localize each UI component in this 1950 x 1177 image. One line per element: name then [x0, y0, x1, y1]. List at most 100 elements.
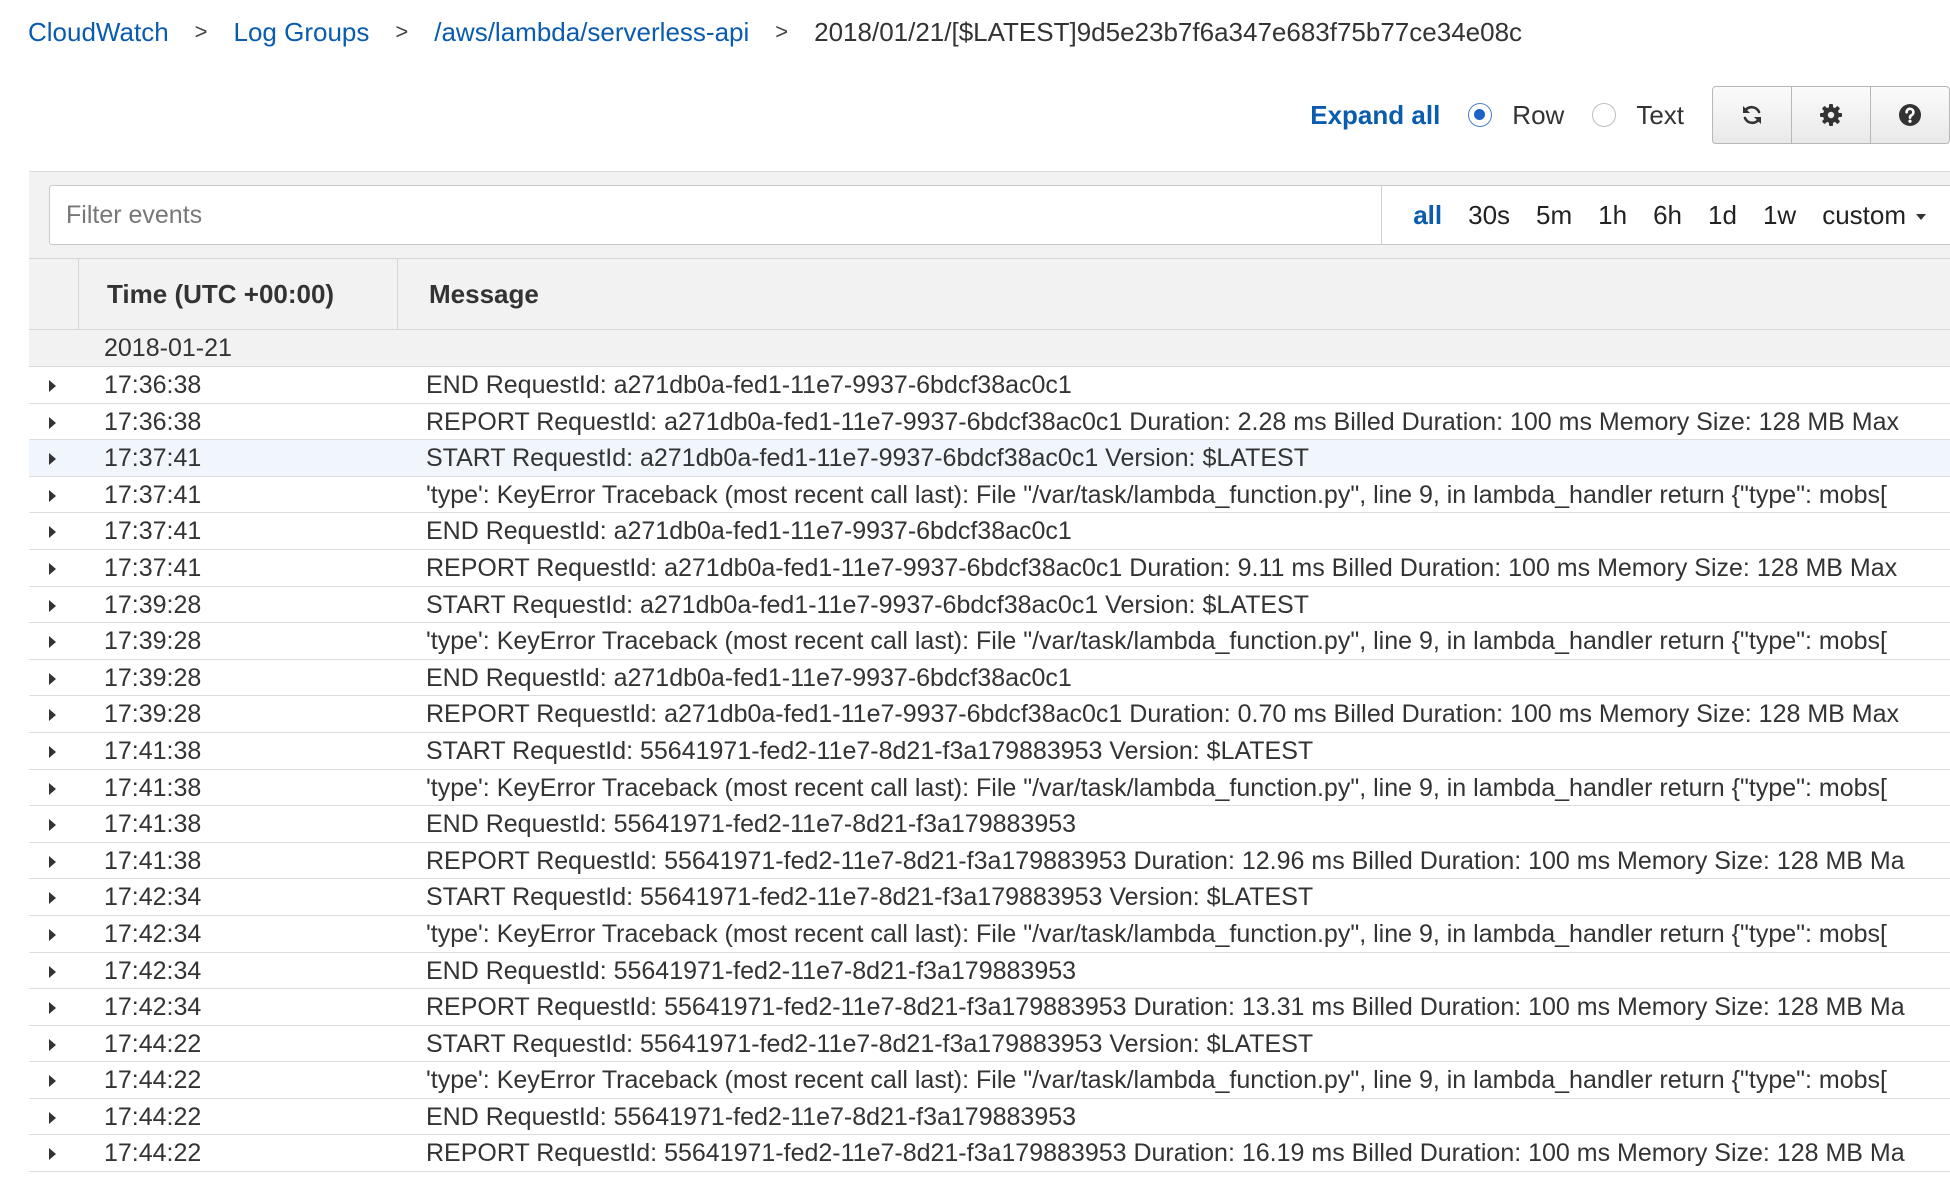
expand-row-icon[interactable]	[49, 489, 56, 502]
log-event-time: 17:37:41	[104, 480, 202, 509]
log-event-row[interactable]: 17:44:22 'type': KeyError Traceback (most…	[29, 1062, 1950, 1099]
chevron-down-icon	[1916, 213, 1926, 220]
message-column-header[interactable]: Message	[399, 259, 539, 329]
expand-row-icon[interactable]	[49, 1148, 56, 1161]
expand-row-icon[interactable]	[49, 965, 56, 978]
log-event-time: 17:41:38	[104, 810, 202, 839]
expand-row-icon[interactable]	[49, 1038, 56, 1051]
toolbar: Expand all Row Text	[1310, 86, 1950, 144]
log-event-row[interactable]: 17:41:38 END RequestId: 55641971-fed2-11e…	[29, 806, 1950, 843]
log-event-row[interactable]: 17:37:41 END RequestId: a271db0a-fed1-11e…	[29, 513, 1950, 550]
range-30s[interactable]: 30s	[1468, 200, 1510, 231]
log-event-row[interactable]: 17:37:41 START RequestId: a271db0a-fed1-1…	[29, 440, 1950, 477]
range-all[interactable]: all	[1413, 200, 1442, 231]
log-events-list: 17:36:38 END RequestId: a271db0a-fed1-11e…	[29, 367, 1950, 1173]
range-1w[interactable]: 1w	[1763, 200, 1796, 231]
expand-row-icon[interactable]	[49, 1111, 56, 1124]
expand-row-icon[interactable]	[49, 599, 56, 612]
log-event-time: 17:37:41	[104, 517, 202, 546]
expand-row-icon[interactable]	[49, 855, 56, 868]
range-custom-dropdown[interactable]: custom	[1822, 200, 1926, 231]
expand-row-icon[interactable]	[49, 453, 56, 466]
log-event-row[interactable]: 17:39:28 END RequestId: a271db0a-fed1-11e…	[29, 659, 1950, 697]
log-event-row[interactable]: 17:42:34 START RequestId: 55641971-fed2-1…	[29, 879, 1950, 916]
log-event-time: 17:44:22	[104, 1066, 202, 1095]
filter-panel: all 30s 5m 1h 6h 1d 1w custom	[29, 171, 1950, 259]
log-event-time: 17:41:38	[104, 773, 202, 802]
row-view-radio[interactable]	[1468, 103, 1493, 127]
log-event-row[interactable]: 17:39:28 START RequestId: a271db0a-fed1-1…	[29, 586, 1950, 624]
breadcrumb-separator: >	[194, 19, 208, 44]
breadcrumb-log-group-link[interactable]: /aws/lambda/serverless-api	[434, 17, 749, 48]
log-event-row[interactable]: 17:44:22 REPORT RequestId: 55641971-fed2-…	[29, 1135, 1950, 1173]
log-event-time: 17:44:22	[104, 1139, 202, 1168]
log-event-time: 17:44:22	[104, 1102, 202, 1131]
expand-row-icon[interactable]	[49, 1002, 56, 1015]
log-event-row[interactable]: 17:37:41 REPORT RequestId: a271db0a-fed1-…	[29, 549, 1950, 587]
log-event-message: END RequestId: a271db0a-fed1-11e7-9937-6…	[426, 517, 1072, 546]
expander-column-header	[29, 259, 79, 329]
log-event-row[interactable]: 17:41:38 REPORT RequestId: 55641971-fed2-…	[29, 842, 1950, 880]
log-event-row[interactable]: 17:44:22 START RequestId: 55641971-fed2-1…	[29, 1025, 1950, 1063]
log-event-row[interactable]: 17:39:28 'type': KeyError Traceback (most…	[29, 623, 1950, 660]
expand-row-icon[interactable]	[49, 709, 56, 722]
log-event-row[interactable]: 17:44:22 END RequestId: 55641971-fed2-11e…	[29, 1098, 1950, 1136]
range-custom-label: custom	[1822, 199, 1906, 230]
log-event-time: 17:42:34	[104, 883, 202, 912]
expand-row-icon[interactable]	[49, 672, 56, 685]
breadcrumb-cloudwatch-link[interactable]: CloudWatch	[28, 17, 169, 48]
expand-row-icon[interactable]	[49, 782, 56, 795]
log-event-time: 17:39:28	[104, 700, 202, 729]
expand-row-icon[interactable]	[49, 562, 56, 575]
expand-all-link[interactable]: Expand all	[1310, 100, 1440, 131]
log-event-time: 17:39:28	[104, 663, 202, 692]
log-event-time: 17:44:22	[104, 1029, 202, 1058]
log-event-message: START RequestId: a271db0a-fed1-11e7-9937…	[426, 444, 1309, 473]
log-event-row[interactable]: 17:36:38 END RequestId: a271db0a-fed1-11e…	[29, 367, 1950, 404]
settings-button[interactable]	[1791, 87, 1870, 143]
range-1d[interactable]: 1d	[1708, 200, 1737, 231]
filter-events-input[interactable]	[50, 186, 1382, 244]
range-5m[interactable]: 5m	[1536, 200, 1572, 231]
expand-row-icon[interactable]	[49, 636, 56, 649]
breadcrumb-log-groups-link[interactable]: Log Groups	[234, 17, 370, 48]
log-event-time: 17:36:38	[104, 407, 202, 436]
help-icon	[1899, 104, 1921, 126]
range-1h[interactable]: 1h	[1598, 200, 1627, 231]
refresh-button[interactable]	[1713, 87, 1791, 143]
log-event-message: REPORT RequestId: a271db0a-fed1-11e7-993…	[426, 407, 1900, 436]
log-event-row[interactable]: 17:42:34 REPORT RequestId: 55641971-fed2-…	[29, 989, 1950, 1026]
log-event-row[interactable]: 17:39:28 REPORT RequestId: a271db0a-fed1-…	[29, 696, 1950, 733]
refresh-icon	[1743, 105, 1761, 125]
expand-row-icon[interactable]	[49, 819, 56, 832]
log-table-header: Time (UTC +00:00) Message	[29, 258, 1950, 330]
gear-icon	[1820, 104, 1842, 126]
expand-row-icon[interactable]	[49, 892, 56, 905]
log-event-row[interactable]: 17:41:38 'type': KeyError Traceback (most…	[29, 769, 1950, 807]
expand-row-icon[interactable]	[49, 745, 56, 758]
log-event-row[interactable]: 17:36:38 REPORT RequestId: a271db0a-fed1-…	[29, 403, 1950, 441]
log-event-row[interactable]: 17:42:34 END RequestId: 55641971-fed2-11e…	[29, 952, 1950, 990]
help-button[interactable]	[1870, 87, 1949, 143]
breadcrumb-current-stream: 2018/01/21/[$LATEST]9d5e23b7f6a347e683f7…	[814, 16, 1523, 47]
log-event-message: 'type': KeyError Traceback (most recent …	[426, 919, 1887, 948]
log-event-row[interactable]: 17:42:34 'type': KeyError Traceback (most…	[29, 915, 1950, 953]
expand-row-icon[interactable]	[49, 380, 56, 392]
expand-row-icon[interactable]	[49, 526, 56, 539]
log-event-time: 17:36:38	[104, 371, 202, 399]
expand-row-icon[interactable]	[49, 416, 56, 429]
time-column-header[interactable]: Time (UTC +00:00)	[78, 259, 398, 329]
log-event-row[interactable]: 17:37:41 'type': KeyError Traceback (most…	[29, 476, 1950, 514]
log-event-message: 'type': KeyError Traceback (most recent …	[426, 480, 1887, 509]
log-event-message: REPORT RequestId: 55641971-fed2-11e7-8d2…	[426, 1139, 1905, 1168]
row-view-label[interactable]: Row	[1512, 100, 1564, 131]
range-6h[interactable]: 6h	[1653, 200, 1682, 231]
log-event-row[interactable]: 17:41:38 START RequestId: 55641971-fed2-1…	[29, 732, 1950, 770]
breadcrumb-separator: >	[775, 19, 789, 44]
expand-row-icon[interactable]	[49, 1075, 56, 1088]
text-view-radio[interactable]	[1592, 103, 1617, 127]
time-range-selector: all 30s 5m 1h 6h 1d 1w custom	[1381, 186, 1950, 244]
expand-row-icon[interactable]	[49, 928, 56, 941]
log-event-time: 17:39:28	[104, 627, 202, 656]
text-view-label[interactable]: Text	[1636, 100, 1684, 131]
